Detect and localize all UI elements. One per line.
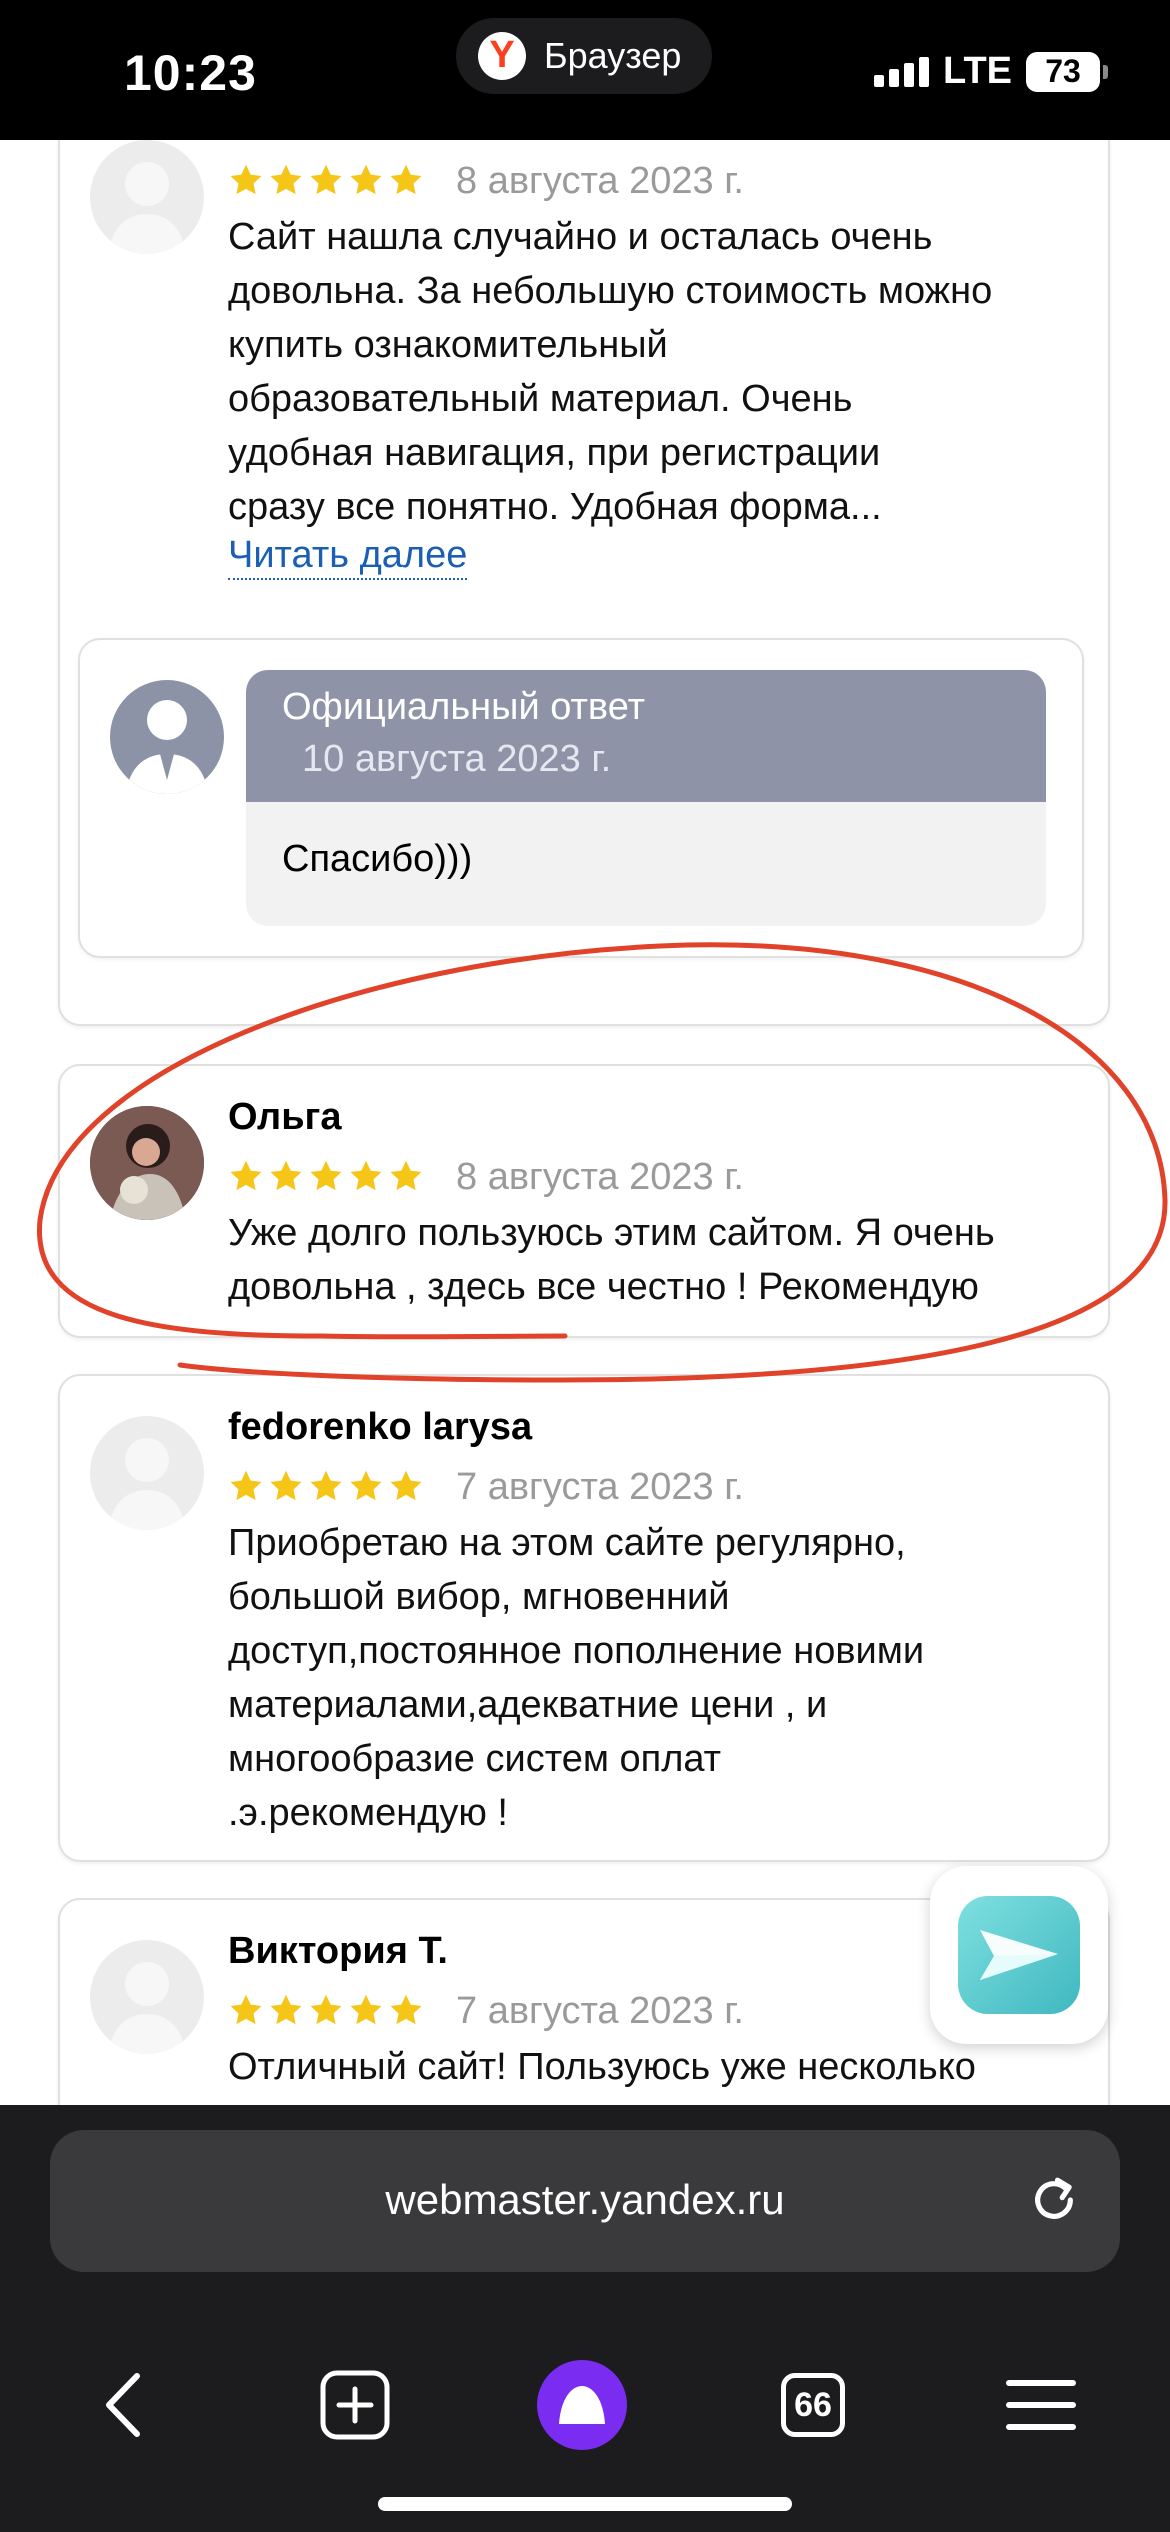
review-date: 7 августа 2023 г. (456, 1466, 744, 1508)
review-date: 7 августа 2023 г. (456, 1990, 744, 2032)
reload-icon[interactable] (1026, 2172, 1082, 2228)
star-icon (270, 1470, 302, 1501)
chevron-left-icon (106, 2373, 140, 2437)
browser-toolbar: webmaster.yandex.ru 66 (0, 2105, 1170, 2532)
new-tab-button[interactable] (310, 2360, 400, 2450)
back-button[interactable] (80, 2360, 170, 2450)
official-reply: Официальный ответ 10 августа 2023 г. Спа… (78, 638, 1084, 958)
review-card: fedorenko larysa 7 августа 2023 г. Приоб… (58, 1374, 1110, 1862)
star-icon (390, 164, 422, 195)
review-date: 8 августа 2023 г. (456, 160, 744, 202)
status-indicators: LTE 73 (874, 50, 1108, 93)
plus-square-icon (320, 2370, 390, 2440)
battery-level: 73 (1045, 53, 1081, 89)
reply-title: Официальный ответ (282, 686, 645, 728)
address-bar[interactable]: webmaster.yandex.ru (50, 2130, 1120, 2272)
reply-header: Официальный ответ 10 августа 2023 г. (246, 670, 1046, 802)
star-icon (350, 1160, 382, 1191)
floating-share-button[interactable] (930, 1866, 1108, 2044)
status-bar: 10:23 Y Браузер LTE 73 (0, 0, 1170, 140)
default-avatar-icon (90, 1416, 204, 1530)
browser-brand-pill[interactable]: Y Браузер (456, 18, 712, 94)
reviewer-name: fedorenko larysa (228, 1406, 533, 1448)
star-icon (310, 164, 342, 195)
star-icon (390, 1994, 422, 2025)
home-indicator[interactable] (378, 2497, 792, 2511)
alice-assistant-button[interactable] (537, 2360, 627, 2450)
reply-date: 10 августа 2023 г. (302, 738, 612, 780)
star-icon (350, 164, 382, 195)
review-card: Ольга 8 августа 2023 г. Уже долго пользу… (58, 1064, 1110, 1338)
review-text: Отличный сайт! Пользуюсь уже несколько (228, 2046, 976, 2088)
star-icon (310, 1994, 342, 2025)
star-icon (230, 1994, 262, 2025)
tabs-button[interactable]: 66 (768, 2360, 858, 2450)
review-text: Приобретаю на этом сайте регулярно, боль… (228, 1522, 925, 1834)
review-text: Сайт нашла случайно и осталась очень дов… (228, 216, 993, 528)
reply-text: Спасибо))) (282, 838, 473, 880)
star-icon (310, 1160, 342, 1191)
rating-stars (228, 1158, 424, 1194)
star-icon (230, 1470, 262, 1501)
paper-plane-icon (958, 1896, 1080, 2014)
star-icon (350, 1994, 382, 2025)
default-avatar-icon (90, 1940, 204, 2054)
star-icon (390, 1160, 422, 1191)
star-icon (270, 164, 302, 195)
star-icon (270, 1994, 302, 2025)
rating-stars (228, 1468, 424, 1504)
star-icon (230, 164, 262, 195)
star-icon (270, 1160, 302, 1191)
review-text: Уже долго пользуюсь этим сайтом. Я очень… (228, 1212, 995, 1308)
menu-button[interactable] (996, 2360, 1086, 2450)
reviewer-name: Виктория Т. (228, 1930, 448, 1972)
user-avatar (90, 1106, 204, 1220)
hamburger-menu-icon (1006, 2380, 1076, 2430)
yandex-logo-icon: Y (478, 32, 526, 80)
browser-app-name: Браузер (544, 35, 682, 76)
rating-stars (228, 1992, 424, 2028)
company-avatar-icon (110, 680, 224, 794)
network-type: LTE (943, 50, 1012, 92)
reviews-page[interactable]: 8 августа 2023 г. Сайт нашла случайно и … (0, 140, 1170, 2105)
star-icon (310, 1470, 342, 1501)
status-time: 10:23 (124, 45, 257, 101)
url-text: webmaster.yandex.ru (385, 2176, 785, 2223)
tabs-count: 66 (781, 2373, 845, 2437)
reply-body: Спасибо))) (246, 802, 1046, 926)
rating-stars (228, 162, 424, 198)
reviewer-name: Ольга (228, 1096, 342, 1138)
nav-row: 66 (0, 2350, 1170, 2470)
star-icon (390, 1470, 422, 1501)
signal-strength-icon (874, 56, 930, 87)
battery-icon: 73 (1026, 51, 1108, 92)
star-icon (230, 1160, 262, 1191)
read-more-link[interactable]: Читать далее (228, 532, 468, 580)
review-date: 8 августа 2023 г. (456, 1156, 744, 1198)
alice-icon (537, 2360, 627, 2450)
default-avatar-icon (90, 140, 204, 254)
review-card: 8 августа 2023 г. Сайт нашла случайно и … (58, 140, 1110, 1026)
star-icon (350, 1470, 382, 1501)
